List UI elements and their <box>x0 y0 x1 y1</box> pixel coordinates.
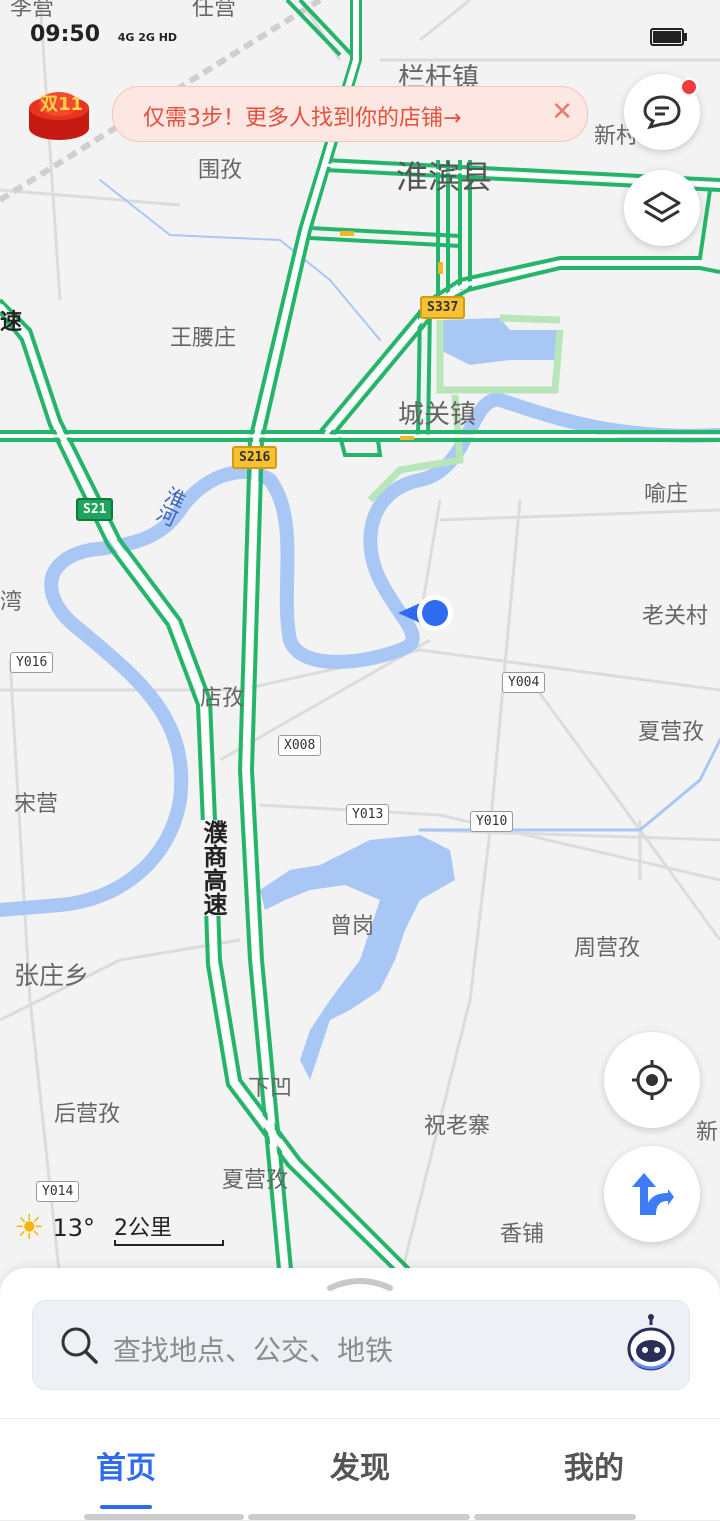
map-label: 李营 <box>10 0 55 21</box>
chat-icon <box>643 95 681 130</box>
layers-icon <box>643 191 681 223</box>
map-label: 祝老寨 <box>424 1114 491 1139</box>
map-label: 老关村 <box>642 604 709 629</box>
map-label: 淮滨县 <box>396 158 493 196</box>
locate-button[interactable] <box>604 1032 700 1128</box>
map-label: 城关镇 <box>398 400 477 430</box>
map-label: 周营孜 <box>574 936 641 961</box>
search-bar[interactable]: 查找地点、公交、地铁 <box>32 1300 690 1390</box>
map-label: 曾岗 <box>330 914 375 939</box>
tab-mine[interactable]: 我的 <box>564 1443 624 1487</box>
search-placeholder: 查找地点、公交、地铁 <box>113 1334 394 1367</box>
tab-mine-label: 我的 <box>564 1451 624 1486</box>
map-label: 夏营孜 <box>222 1168 289 1193</box>
road-badge: Y016 <box>10 652 54 673</box>
weather-widget[interactable]: ☀ 13° <box>14 1208 95 1248</box>
sheet-handle-icon[interactable] <box>326 1276 394 1292</box>
status-bar: 09:50 4G 2G HD <box>30 22 177 47</box>
highway-label: 濮商高速 <box>196 820 231 916</box>
road-badge: Y010 <box>470 811 514 832</box>
promo-text: 仅需3步！更多人找到你的店铺→ <box>143 106 462 131</box>
map-label: 店孜 <box>200 686 245 711</box>
system-nav-bar <box>0 1514 720 1520</box>
route-button[interactable] <box>604 1146 700 1242</box>
map-label: 王腰庄 <box>170 326 237 351</box>
map-label: 下凹 <box>248 1076 293 1101</box>
search-icon <box>61 1327 98 1364</box>
map-label: 宋营 <box>14 792 59 817</box>
tab-discover-label: 发现 <box>330 1451 390 1486</box>
map-label: 后营孜 <box>54 1102 121 1127</box>
map-label: 夏营孜 <box>638 720 705 745</box>
road-badge: S337 <box>420 296 466 319</box>
road-badge: S21 <box>76 498 114 521</box>
active-tab-indicator <box>100 1505 152 1509</box>
sun-icon: ☀ <box>14 1208 45 1248</box>
road-badge: S216 <box>232 446 278 469</box>
map-label: 新 <box>696 1120 719 1145</box>
signal-indicator: 4G 2G HD <box>117 31 178 44</box>
map-label: 张庄乡 <box>14 961 90 990</box>
promo-badge-text: 双11 <box>40 94 84 115</box>
promo-double11-icon[interactable]: 双11 <box>26 84 92 144</box>
scale-label: 2公里 <box>114 1216 172 1241</box>
bottom-sheet[interactable]: 查找地点、公交、地铁 首页 发现 我的 <box>0 1268 720 1520</box>
battery-icon <box>650 28 687 46</box>
temperature: 13° <box>52 1214 96 1242</box>
bottom-tabbar: 首页 发现 我的 <box>0 1418 720 1521</box>
tab-home[interactable]: 首页 <box>96 1443 156 1509</box>
map-label: 围孜 <box>198 158 243 183</box>
road-badge: Y013 <box>346 804 390 825</box>
message-button[interactable] <box>624 74 700 150</box>
highway-label: 速 <box>0 310 23 335</box>
road-badge: Y014 <box>36 1181 80 1202</box>
map-label: 任营 <box>192 0 237 21</box>
road-badge: Y004 <box>502 672 546 693</box>
map-label: 香铺 <box>500 1222 545 1247</box>
tab-home-label: 首页 <box>96 1451 156 1486</box>
map-scale: 2公里 <box>114 1210 224 1246</box>
map-label: 湾 <box>0 590 23 615</box>
road-badge: X008 <box>278 735 322 756</box>
route-arrow-icon <box>632 1173 674 1215</box>
layers-button[interactable] <box>624 170 700 246</box>
notification-dot <box>680 78 698 96</box>
locate-icon <box>632 1060 672 1100</box>
map-label: 喻庄 <box>644 482 689 507</box>
assistant-bot-icon[interactable] <box>625 1313 677 1373</box>
tab-discover[interactable]: 发现 <box>330 1443 390 1487</box>
status-time: 09:50 <box>30 22 101 47</box>
promo-banner[interactable]: 仅需3步！更多人找到你的店铺→ ✕ <box>112 86 588 142</box>
close-icon[interactable]: ✕ <box>551 97 573 127</box>
